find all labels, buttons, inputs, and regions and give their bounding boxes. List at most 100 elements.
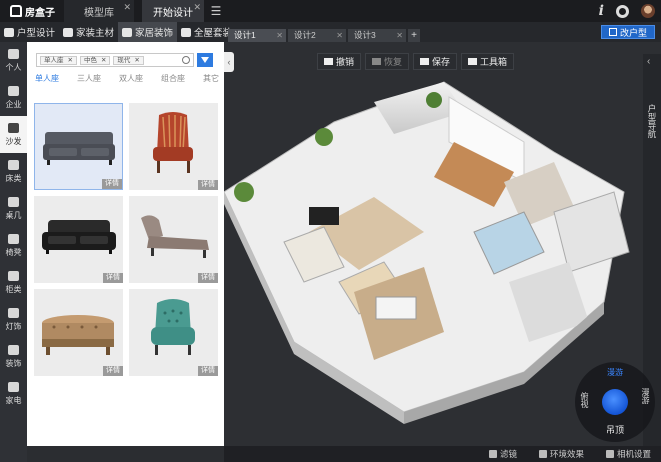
product-card[interactable]: 详情: [129, 196, 218, 283]
detail-button[interactable]: 详情: [103, 366, 123, 376]
funnel-icon: [201, 57, 209, 63]
tab-single-seat[interactable]: 单人座: [35, 73, 59, 84]
undo-button[interactable]: 撤销: [317, 53, 362, 70]
tab-three-seat[interactable]: 三人座: [77, 73, 101, 84]
package-icon: [181, 27, 192, 37]
sidebar-item-label: 装饰: [5, 358, 22, 368]
avatar[interactable]: [641, 4, 655, 18]
product-panel: 单人座 ✕ 中色 ✕ 现代 ✕ 单人座 三人座 双人座 组合座 其它 详情 详情…: [27, 42, 224, 446]
design-tab-1[interactable]: 设计1 ✕: [228, 29, 286, 42]
picture-frame-icon: [8, 344, 19, 355]
sidebar-item-sofa[interactable]: 沙发: [0, 116, 27, 153]
wingback-chair-image: [153, 112, 193, 173]
floorplan-design-button[interactable]: 户型设计: [0, 22, 59, 42]
detail-button[interactable]: 详情: [198, 366, 218, 376]
sidebar-item-personal[interactable]: 个人: [0, 42, 27, 79]
tab-other[interactable]: 其它: [203, 73, 219, 84]
sidebar-item-enterprise[interactable]: 企业: [0, 79, 27, 116]
sidebar-item-label: 桌几: [5, 210, 22, 220]
product-card[interactable]: 详情: [34, 103, 123, 190]
status-label: 相机设置: [616, 449, 651, 459]
close-icon[interactable]: ✕: [68, 57, 73, 64]
app-logo[interactable]: 房盒子: [0, 0, 62, 22]
close-icon[interactable]: ✕: [396, 29, 403, 42]
compass-bottom-label[interactable]: 吊顶: [575, 423, 655, 436]
close-icon[interactable]: ✕: [193, 2, 201, 13]
sofa-icon: [8, 122, 19, 133]
building-icon: [8, 85, 19, 96]
floorplan-icon: [4, 27, 14, 37]
button-label: 恢复: [384, 57, 403, 67]
sidebar-item-cabinet[interactable]: 柜类: [0, 264, 27, 301]
button-label: 改户型: [619, 27, 647, 38]
save-button[interactable]: 保存: [413, 53, 458, 70]
sidebar-item-appliance[interactable]: 家电: [0, 375, 27, 412]
tab-two-seat[interactable]: 双人座: [119, 73, 143, 84]
filter-row: 单人座 ✕ 中色 ✕ 现代 ✕: [36, 53, 213, 67]
person-icon: [8, 48, 19, 59]
gear-icon[interactable]: [616, 4, 629, 18]
search-input[interactable]: 单人座 ✕ 中色 ✕ 现代 ✕: [36, 53, 194, 67]
filter-effect-button[interactable]: 滤镜: [488, 448, 517, 460]
close-icon[interactable]: ✕: [336, 29, 343, 42]
tab-label: 模型库: [84, 7, 114, 19]
redo-button[interactable]: 恢复: [365, 53, 410, 70]
filter-tag[interactable]: 中色 ✕: [79, 55, 111, 65]
product-grid: 详情 详情 详情 详情 详情 详情: [34, 103, 218, 376]
add-design-tab-button[interactable]: +: [408, 29, 420, 42]
seat-category-tabs: 单人座 三人座 双人座 组合座 其它: [35, 73, 219, 84]
compass-right-label[interactable]: 漫游: [640, 388, 651, 404]
tag-label: 中色: [83, 56, 97, 64]
layout-navigator-label: 户型导航: [647, 104, 657, 138]
info-icon[interactable]: i: [599, 3, 604, 19]
product-card[interactable]: 详情: [34, 196, 123, 283]
view-compass[interactable]: 漫游 俯视 漫游 吊顶: [575, 362, 655, 442]
button-label: 家装主材: [76, 28, 115, 39]
close-icon[interactable]: ✕: [276, 29, 283, 42]
button-label: 家居装饰: [135, 28, 174, 39]
home-decor-button[interactable]: 家居装饰: [118, 22, 178, 42]
close-icon[interactable]: ✕: [101, 57, 106, 64]
chevron-left-icon[interactable]: ‹: [647, 56, 650, 67]
joystick-knob[interactable]: [602, 389, 628, 415]
change-layout-button[interactable]: 改户型: [601, 25, 655, 39]
hamburger-menu-icon[interactable]: ☰: [204, 4, 228, 18]
tab-model-library[interactable]: 模型库 ✕: [64, 0, 134, 22]
detail-button[interactable]: 详情: [102, 179, 122, 189]
product-card[interactable]: 详情: [34, 289, 123, 376]
design-tab-2[interactable]: 设计2 ✕: [288, 29, 346, 42]
compass-left-label[interactable]: 俯视: [579, 392, 590, 408]
grey-sofa-image: [43, 132, 115, 165]
compass-top-label[interactable]: 漫游: [575, 367, 655, 378]
cabinet-icon: [8, 270, 19, 281]
detail-button[interactable]: 详情: [198, 180, 218, 190]
design-tab-3[interactable]: 设计3 ✕: [348, 29, 406, 42]
top-bar: 房盒子 模型库 ✕ 开始设计 ✕ ☰ i: [0, 0, 661, 22]
main-materials-button[interactable]: 家装主材: [59, 22, 118, 42]
collapse-panel-button[interactable]: ‹: [224, 52, 234, 72]
filter-tag[interactable]: 单人座 ✕: [40, 55, 77, 65]
detail-button[interactable]: 详情: [198, 273, 218, 283]
tab-combo-seat[interactable]: 组合座: [161, 73, 185, 84]
product-card[interactable]: 详情: [129, 103, 218, 190]
filter-button[interactable]: [197, 53, 213, 67]
product-card[interactable]: 详情: [129, 289, 218, 376]
sidebar-item-decor[interactable]: 装饰: [0, 338, 27, 375]
sidebar-item-bed[interactable]: 床类: [0, 153, 27, 190]
sidebar-item-chair[interactable]: 椅凳: [0, 227, 27, 264]
close-icon[interactable]: ✕: [123, 2, 131, 13]
close-icon[interactable]: ✕: [134, 57, 139, 64]
sidebar-item-table[interactable]: 桌几: [0, 190, 27, 227]
environment-effect-button[interactable]: 环境效果: [538, 448, 584, 460]
sidebar-item-lighting[interactable]: 灯饰: [0, 301, 27, 338]
button-label: 撤销: [336, 57, 355, 67]
toolbox-button[interactable]: 工具箱: [461, 53, 515, 70]
camera-settings-button[interactable]: 相机设置: [605, 448, 651, 460]
chair-icon: [8, 233, 19, 244]
filter-tag[interactable]: 现代 ✕: [113, 55, 144, 65]
tab-start-design[interactable]: 开始设计 ✕: [142, 0, 204, 22]
detail-button[interactable]: 详情: [103, 273, 123, 283]
search-icon[interactable]: [182, 56, 190, 64]
sidebar-item-label: 椅凳: [5, 247, 22, 257]
sidebar-item-label: 家电: [5, 395, 22, 405]
